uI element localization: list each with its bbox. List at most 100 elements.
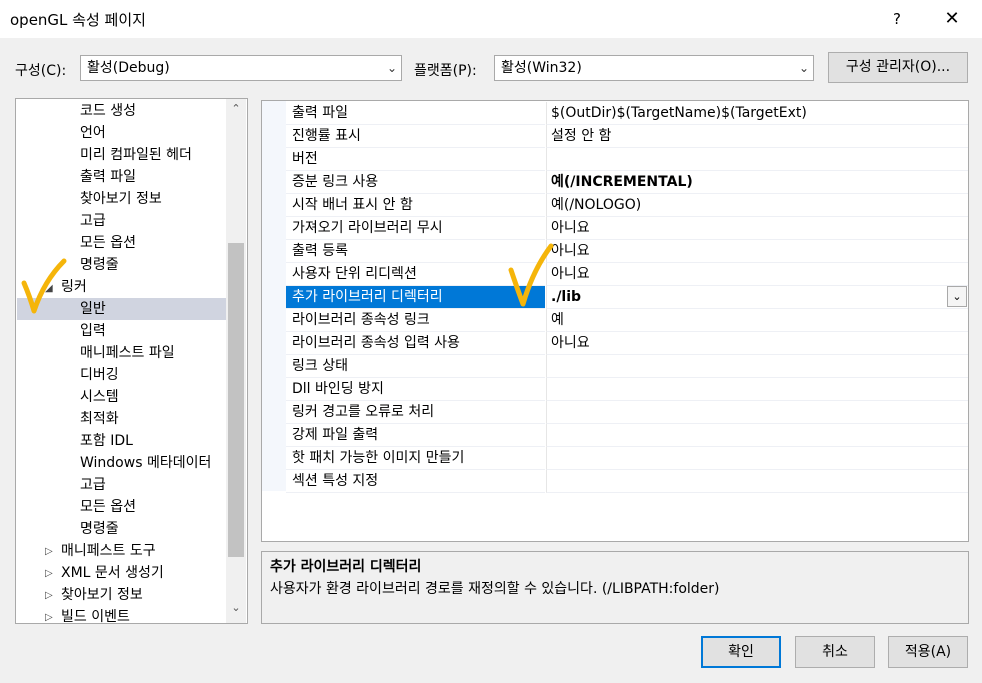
collapsed-arrow-icon[interactable]: ▷ [45, 590, 53, 601]
window-title: openGL 속성 페이지 [10, 11, 146, 29]
tree-item[interactable]: 매니페스트 도구 [61, 540, 156, 562]
grid-row[interactable]: 출력 등록 아니요 [286, 240, 968, 263]
property-value[interactable]: 아니요 [546, 217, 968, 240]
grid-row[interactable]: 핫 패치 가능한 이미지 만들기 [286, 447, 968, 470]
tree-item[interactable]: 미리 컴파일된 헤더 [80, 144, 192, 166]
grid-row[interactable]: 라이브러리 종속성 링크 예 [286, 309, 968, 332]
grid-row[interactable]: 섹션 특성 지정 [286, 470, 968, 493]
property-name: 핫 패치 가능한 이미지 만들기 [286, 447, 545, 470]
collapsed-arrow-icon[interactable]: ▷ [45, 568, 53, 579]
property-value[interactable]: 예(/INCREMENTAL) [546, 171, 968, 194]
tree-item[interactable]: 찾아보기 정보 [61, 584, 143, 606]
tree-item[interactable]: 코드 생성 [80, 100, 136, 122]
property-value[interactable] [546, 378, 968, 401]
config-select-value: 활성(Debug) [87, 60, 170, 76]
scroll-up-icon[interactable]: ⌃ [226, 102, 246, 115]
apply-button[interactable]: 적용(A) [888, 636, 968, 668]
property-name: 링크 상태 [286, 355, 545, 378]
property-name: 시작 배너 표시 안 함 [286, 194, 545, 217]
property-value[interactable]: 아니요 [546, 263, 968, 286]
property-value[interactable]: $(OutDir)$(TargetName)$(TargetExt) [546, 102, 968, 125]
property-tree[interactable]: 코드 생성 언어 미리 컴파일된 헤더 출력 파일 찾아보기 정보 고급 모든 … [15, 98, 248, 624]
tree-item[interactable]: 매니페스트 파일 [80, 342, 175, 364]
grid-gutter [262, 101, 286, 491]
property-name: 증분 링크 사용 [286, 171, 545, 194]
help-button[interactable]: ? [880, 6, 914, 32]
collapsed-arrow-icon[interactable]: ▷ [45, 546, 53, 557]
tree-item[interactable]: 언어 [80, 122, 106, 144]
property-name: 라이브러리 종속성 입력 사용 [286, 332, 545, 355]
chevron-down-icon: ⌄ [798, 61, 809, 75]
grid-row[interactable]: 버전 [286, 148, 968, 171]
grid-row[interactable]: 링크 상태 [286, 355, 968, 378]
grid-row[interactable]: 강제 파일 출력 [286, 424, 968, 447]
property-name: 섹션 특성 지정 [286, 470, 545, 493]
property-name: 강제 파일 출력 [286, 424, 545, 447]
chevron-down-icon: ⌄ [386, 61, 397, 75]
configuration-manager-button[interactable]: 구성 관리자(O)... [828, 52, 968, 83]
config-select[interactable]: 활성(Debug) ⌄ [80, 55, 402, 81]
property-name: 출력 파일 [286, 102, 545, 125]
description-title: 추가 라이브러리 디렉터리 [270, 559, 422, 575]
property-value[interactable]: 설정 안 함 [546, 125, 968, 148]
tree-item[interactable]: Windows 메타데이터 [80, 452, 211, 474]
tree-item[interactable]: 고급 [80, 474, 106, 496]
tree-scrollbar-thumb[interactable] [228, 243, 244, 557]
grid-row[interactable]: 진행률 표시 설정 안 함 [286, 125, 968, 148]
property-value[interactable]: 예(/NOLOGO) [546, 194, 968, 217]
checkmark-annotation-icon [508, 243, 554, 307]
platform-select[interactable]: 활성(Win32) ⌄ [494, 55, 814, 81]
property-value[interactable]: 예 [546, 309, 968, 332]
platform-label: 플랫폼(P): [414, 63, 477, 79]
title-bar [0, 0, 982, 38]
property-value[interactable] [546, 424, 968, 447]
property-value[interactable]: 아니요 [546, 332, 968, 355]
property-value[interactable] [546, 148, 968, 171]
config-label: 구성(C): [15, 63, 67, 79]
grid-row[interactable]: 링커 경고를 오류로 처리 [286, 401, 968, 424]
tree-item[interactable]: 명령줄 [80, 518, 119, 540]
property-value[interactable] [546, 401, 968, 424]
tree-item[interactable]: 찾아보기 정보 [80, 188, 162, 210]
tree-item[interactable]: 모든 옵션 [80, 232, 136, 254]
ok-button[interactable]: 확인 [701, 636, 781, 668]
property-name: 진행률 표시 [286, 125, 545, 148]
grid-row[interactable]: 증분 링크 사용 예(/INCREMENTAL) [286, 171, 968, 194]
tree-item[interactable]: 최적화 [80, 408, 119, 430]
tree-item[interactable]: 시스템 [80, 386, 119, 408]
scroll-down-icon[interactable]: ⌄ [226, 601, 246, 614]
description-text: 사용자가 환경 라이브러리 경로를 재정의할 수 있습니다. (/LIBPATH… [270, 581, 720, 597]
tree-item[interactable]: 포함 IDL [80, 430, 133, 452]
property-value[interactable]: 아니요 [546, 240, 968, 263]
grid-row-selected[interactable]: 추가 라이브러리 디렉터리 ./lib [286, 286, 968, 309]
property-value[interactable] [546, 447, 968, 470]
grid-row[interactable]: 사용자 단위 리디렉션 아니요 [286, 263, 968, 286]
property-name: 가져오기 라이브러리 무시 [286, 217, 545, 240]
tree-item[interactable]: 명령줄 [80, 254, 119, 276]
tree-item[interactable]: 모든 옵션 [80, 496, 136, 518]
property-name: 라이브러리 종속성 링크 [286, 309, 545, 332]
grid-row[interactable]: 라이브러리 종속성 입력 사용 아니요 [286, 332, 968, 355]
cancel-button[interactable]: 취소 [795, 636, 875, 668]
checkmark-annotation-icon [21, 258, 67, 314]
property-value[interactable] [546, 470, 968, 493]
tree-item[interactable]: 고급 [80, 210, 106, 232]
tree-item[interactable]: XML 문서 생성기 [61, 562, 164, 584]
tree-item[interactable]: 입력 [80, 320, 106, 342]
tree-item[interactable]: 출력 파일 [80, 166, 136, 188]
close-button[interactable]: ✕ [932, 6, 972, 32]
value-dropdown-button[interactable]: ⌄ [947, 286, 967, 307]
grid-row[interactable]: 가져오기 라이브러리 무시 아니요 [286, 217, 968, 240]
property-value[interactable]: ./lib [546, 286, 968, 309]
property-name: Dll 바인딩 방지 [286, 378, 545, 401]
platform-select-value: 활성(Win32) [501, 60, 582, 76]
property-name: 링커 경고를 오류로 처리 [286, 401, 545, 424]
grid-row[interactable]: Dll 바인딩 방지 [286, 378, 968, 401]
grid-row[interactable]: 출력 파일 $(OutDir)$(TargetName)$(TargetExt) [286, 102, 968, 125]
tree-item[interactable]: 디버깅 [80, 364, 119, 386]
grid-row[interactable]: 시작 배너 표시 안 함 예(/NOLOGO) [286, 194, 968, 217]
collapsed-arrow-icon[interactable]: ▷ [45, 612, 53, 623]
tree-item[interactable]: 빌드 이벤트 [61, 606, 130, 623]
property-name: 버전 [286, 148, 545, 171]
property-value[interactable] [546, 355, 968, 378]
